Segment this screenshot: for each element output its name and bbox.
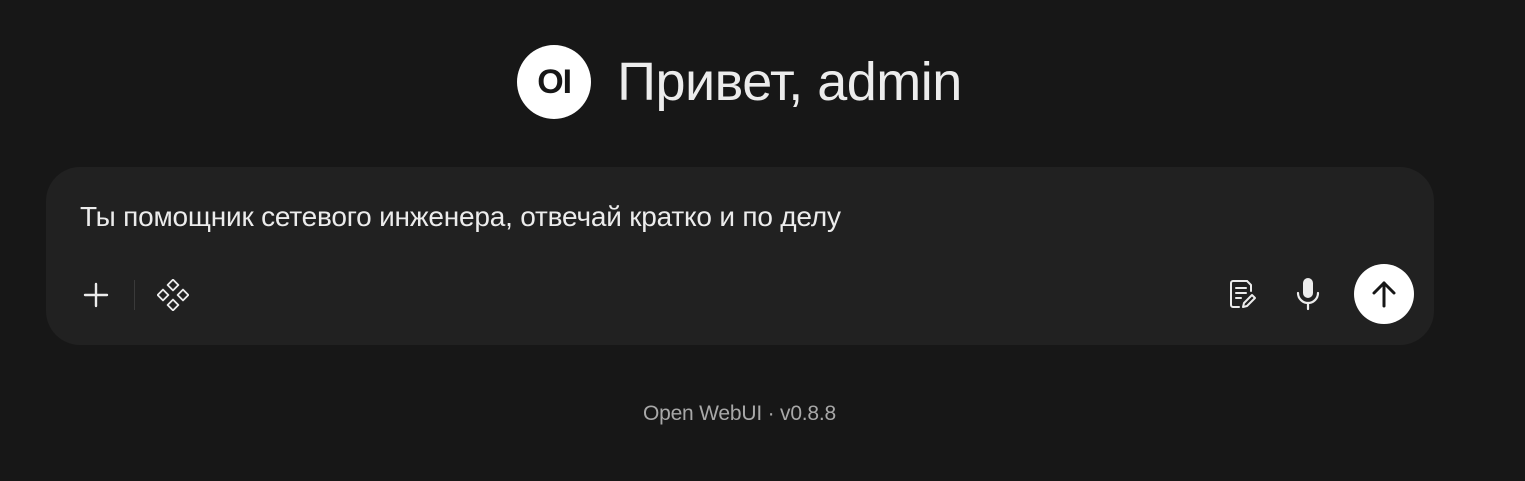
arrow-up-icon xyxy=(1372,281,1396,308)
composer-left-toolbar xyxy=(76,275,193,315)
open-webui-logo: OI xyxy=(517,45,592,119)
logo-text: OI xyxy=(537,62,572,101)
greeting: OI Привет, admin xyxy=(0,44,1479,120)
version-footer: Open WebUI · v0.8.8 xyxy=(642,402,837,425)
microphone-icon xyxy=(1296,278,1320,311)
page: OI Привет, admin Ты помощник сетевого ин… xyxy=(0,0,1525,481)
voice-input-button[interactable] xyxy=(1288,274,1328,314)
toolbar-divider xyxy=(134,280,135,310)
composer-right-toolbar xyxy=(1222,264,1414,324)
greeting-title: Привет, admin xyxy=(617,52,962,112)
send-button[interactable] xyxy=(1354,264,1414,324)
notes-button[interactable] xyxy=(1222,274,1262,314)
notes-icon xyxy=(1230,280,1256,308)
prompt-input[interactable]: Ты помощник сетевого инженера, отвечай к… xyxy=(80,201,1380,233)
plus-icon xyxy=(83,282,109,308)
integrations-button[interactable] xyxy=(153,275,193,315)
add-button[interactable] xyxy=(76,275,116,315)
chat-composer: Ты помощник сетевого инженера, отвечай к… xyxy=(46,167,1434,345)
integrations-icon xyxy=(157,279,189,311)
